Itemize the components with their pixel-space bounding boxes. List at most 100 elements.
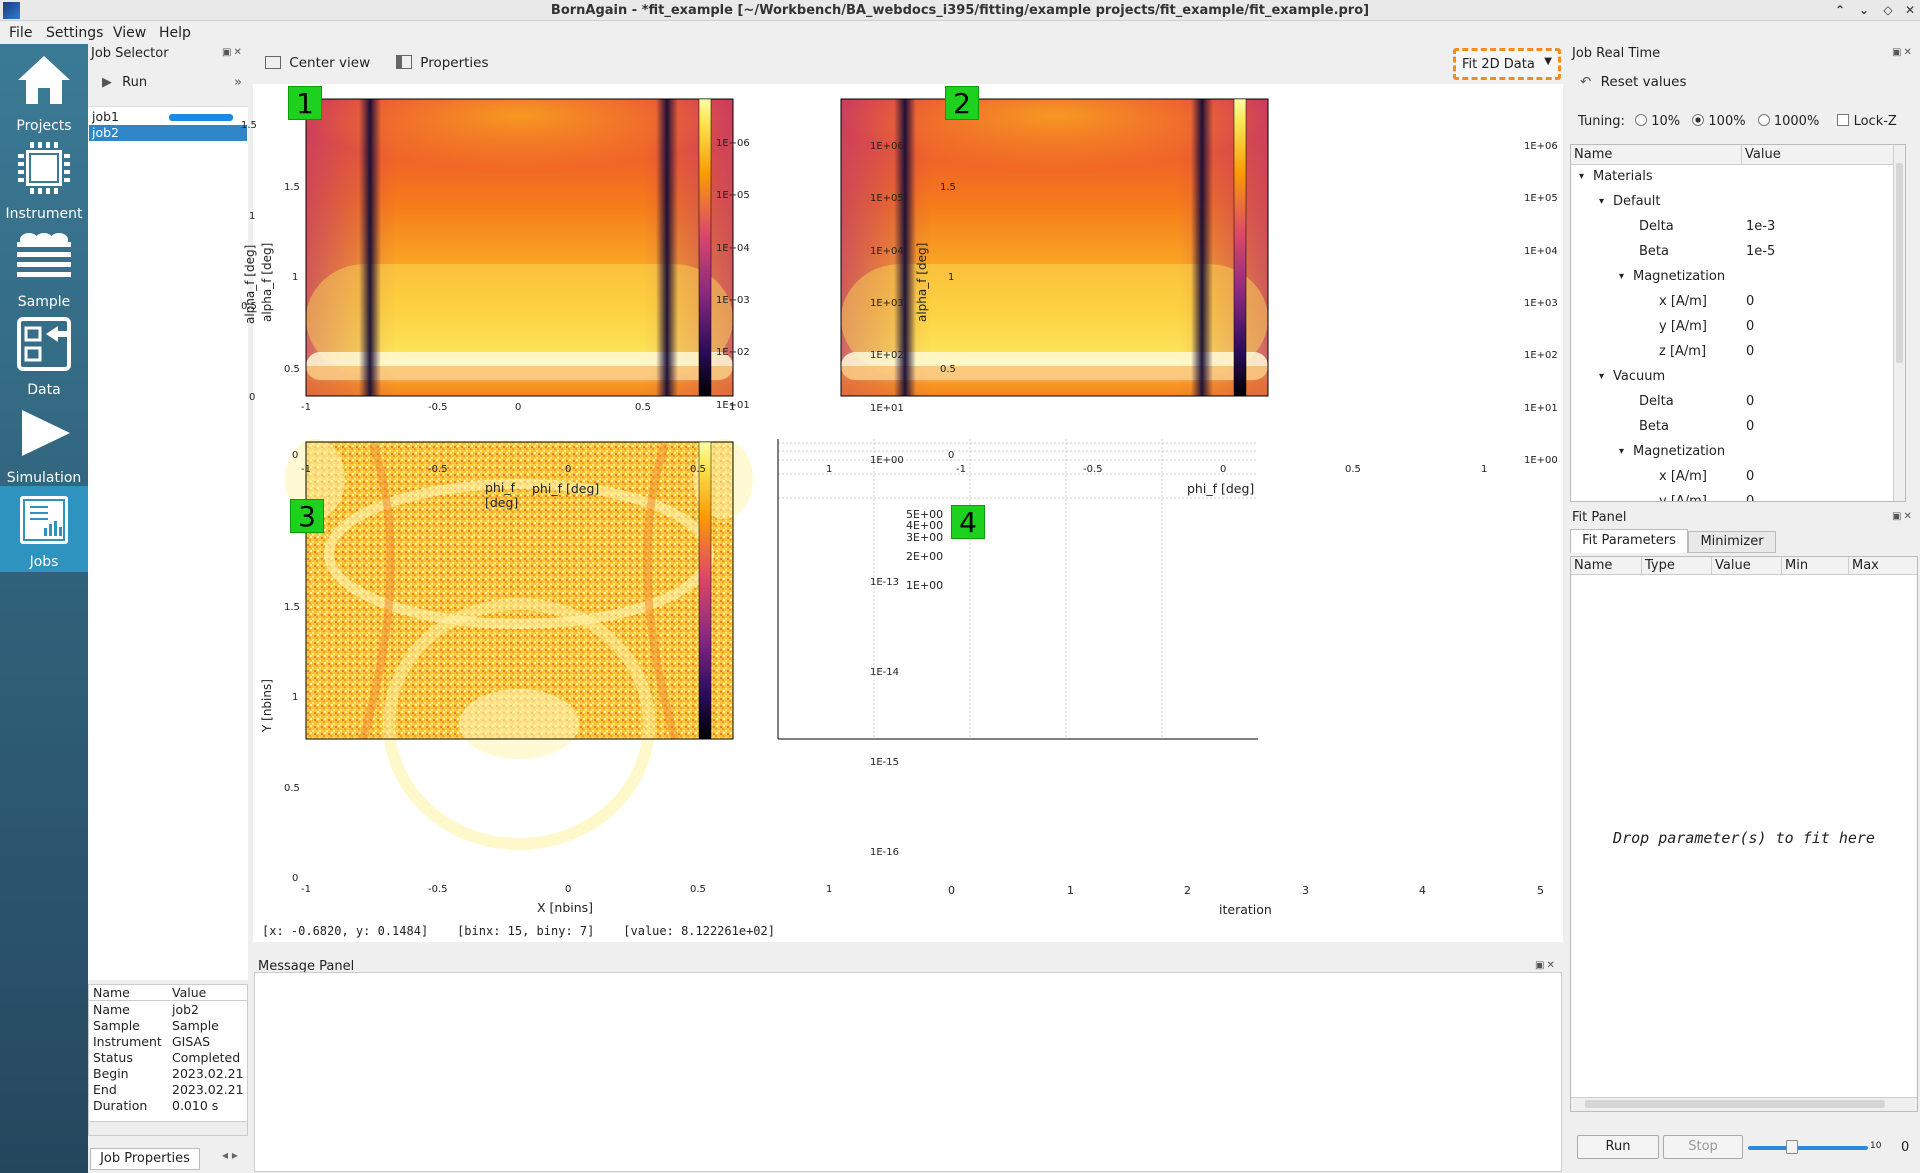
x-tick-label: 0 <box>565 884 572 895</box>
tree-row[interactable]: y [A/m] 0 <box>1571 315 1905 339</box>
heatmap-plot-3-residual[interactable] <box>285 439 753 850</box>
tab-scroll-arrows-icon[interactable]: ◂ ▸ <box>222 1148 238 1162</box>
dock-float-close-icon[interactable]: ▣✕ <box>1892 47 1914 58</box>
sidebar-item-projects[interactable]: Projects <box>0 50 88 136</box>
view-selector-dropdown[interactable]: Fit 2D Data ▼ <box>1453 48 1561 80</box>
sidebar-item-instrument[interactable]: Instrument <box>0 138 88 224</box>
tree-row[interactable]: x [A/m] 0 <box>1571 465 1905 489</box>
tab-fit-parameters[interactable]: Fit Parameters <box>1570 529 1688 553</box>
x-tick-label: 0.5 <box>690 884 706 895</box>
maximize-icon[interactable]: ⌄ <box>1852 0 1876 21</box>
property-key: End <box>93 1082 117 1097</box>
colorbar-tick-label: 1E+03 <box>870 298 904 309</box>
run-button[interactable]: ▶ Run <box>102 75 147 90</box>
table-row: Name job2 <box>89 1002 247 1018</box>
sidebar-item-jobs[interactable]: Jobs <box>0 486 88 572</box>
expand-arrow-icon[interactable]: ▾ <box>1599 190 1604 214</box>
tree-item-value[interactable]: 0 <box>1746 340 1754 364</box>
vertical-scrollbar[interactable] <box>1893 145 1905 501</box>
tree-row[interactable]: ▾ Default <box>1571 190 1905 214</box>
tab-minimizer[interactable]: Minimizer <box>1688 531 1776 553</box>
expand-arrow-icon[interactable]: ▾ <box>1619 265 1624 289</box>
colorbar-tick-label: 1E+01 <box>716 400 750 411</box>
menu-view[interactable]: View <box>113 25 146 41</box>
tree-item-value[interactable]: 0 <box>1746 490 1754 501</box>
tree-item-value[interactable]: 1e-3 <box>1746 215 1775 239</box>
tree-row[interactable]: Delta 0 <box>1571 390 1905 414</box>
sidebar-item-simulation[interactable]: Simulation <box>0 402 88 488</box>
tuning-1000-radio[interactable] <box>1757 114 1770 126</box>
menu-file[interactable]: File <box>9 25 32 41</box>
colorbar-tick-label: 1E+04 <box>870 246 904 257</box>
reset-values-button[interactable]: ↶ Reset values <box>1580 74 1687 90</box>
expand-arrow-icon[interactable]: ▾ <box>1579 165 1584 189</box>
dock-float-close-icon[interactable]: ▣✕ <box>222 47 244 58</box>
tab-job-properties[interactable]: Job Properties <box>90 1148 200 1170</box>
horizontal-scrollbar[interactable] <box>89 1121 247 1135</box>
tree-item-value[interactable]: 0 <box>1746 465 1754 489</box>
tree-row[interactable]: x [A/m] 0 <box>1571 290 1905 314</box>
colorbar-2 <box>1233 98 1247 397</box>
horizontal-scrollbar[interactable] <box>1571 1097 1917 1111</box>
fit-stop-button[interactable]: Stop <box>1663 1135 1743 1159</box>
panel-title: Job Selector <box>91 46 169 61</box>
y-tick-label: 0.5 <box>284 783 300 794</box>
x-tick-label: 0.5 <box>690 464 706 475</box>
tree-row[interactable]: ▾ Materials <box>1571 165 1905 189</box>
tree-item-value[interactable]: 0 <box>1746 415 1754 439</box>
expand-arrow-icon[interactable]: ▾ <box>1599 365 1604 389</box>
tree-row[interactable]: ▾ Magnetization <box>1571 265 1905 289</box>
dock-float-close-icon[interactable]: ▣✕ <box>1535 960 1557 971</box>
property-key: Sample <box>93 1018 140 1033</box>
x-axis-label-text: phi_f [deg] <box>485 480 519 510</box>
close-icon[interactable]: ✕ <box>1898 0 1920 21</box>
tree-row[interactable]: Beta 0 <box>1571 415 1905 439</box>
tree-row[interactable]: y [A/m] 0 <box>1571 490 1905 502</box>
column-header-name: Name <box>1574 558 1613 573</box>
properties-button[interactable]: Properties <box>396 55 489 71</box>
center-view-button[interactable]: Center view <box>265 55 370 71</box>
lockz-checkbox[interactable] <box>1837 114 1850 126</box>
fit-progress-plot-4[interactable] <box>777 439 1258 740</box>
heatmap-plot-2[interactable] <box>840 98 1269 397</box>
scrollbar-thumb[interactable] <box>1896 163 1903 363</box>
tree-item-value[interactable]: 0 <box>1746 390 1754 414</box>
slider-handle[interactable] <box>1786 1140 1798 1154</box>
x-tick-label: -1 <box>301 464 311 475</box>
heatmap-plot-1[interactable] <box>305 98 734 397</box>
tree-item-value[interactable]: 0 <box>1746 290 1754 314</box>
colorbar-tick-label: 1E+05 <box>716 190 750 201</box>
table-row: Sample Sample <box>89 1018 247 1034</box>
list-item[interactable]: job2 <box>89 125 247 141</box>
restore-icon[interactable]: ◇ <box>1876 0 1900 21</box>
sidebar-item-sample[interactable]: Sample <box>0 226 88 312</box>
tuning-100-label: 100% <box>1708 114 1746 129</box>
tree-row[interactable]: ▾ Magnetization <box>1571 440 1905 464</box>
minimize-icon[interactable]: ⌃ <box>1828 0 1852 21</box>
tree-row[interactable]: Beta 1e-5 <box>1571 240 1905 264</box>
update-interval-slider[interactable] <box>1748 1140 1868 1154</box>
sidebar-item-data[interactable]: Data <box>0 314 88 400</box>
column-header-name: Name <box>93 985 130 1000</box>
tuning-10-radio[interactable] <box>1635 114 1648 126</box>
job-progress-bar <box>169 130 233 137</box>
expand-arrow-icon[interactable]: ▾ <box>1619 440 1624 464</box>
dock-float-close-icon[interactable]: ▣✕ <box>1892 511 1914 522</box>
tree-item-value[interactable]: 1e-5 <box>1746 240 1775 264</box>
tree-item-value[interactable]: 0 <box>1746 315 1754 339</box>
scrollbar-thumb[interactable] <box>1585 1100 1885 1108</box>
tree-item-name: y [A/m] <box>1659 494 1707 502</box>
tree-row[interactable]: z [A/m] 0 <box>1571 340 1905 364</box>
colorbar-tick-label: 1E+05 <box>1524 193 1558 204</box>
expand-chevron-icon[interactable]: » <box>234 75 242 90</box>
x-tick-label: -0.5 <box>428 402 448 413</box>
tuning-100-radio[interactable] <box>1692 114 1705 126</box>
menu-settings[interactable]: Settings <box>46 25 103 41</box>
y-tick-label: 0.5 <box>940 364 956 375</box>
menu-help[interactable]: Help <box>159 25 191 41</box>
list-item[interactable]: job1 <box>89 109 247 125</box>
fit-run-button[interactable]: Run <box>1577 1135 1659 1159</box>
tree-item-name: z [A/m] <box>1659 344 1707 359</box>
tree-row[interactable]: ▾ Vacuum <box>1571 365 1905 389</box>
tree-row[interactable]: Delta 1e-3 <box>1571 215 1905 239</box>
